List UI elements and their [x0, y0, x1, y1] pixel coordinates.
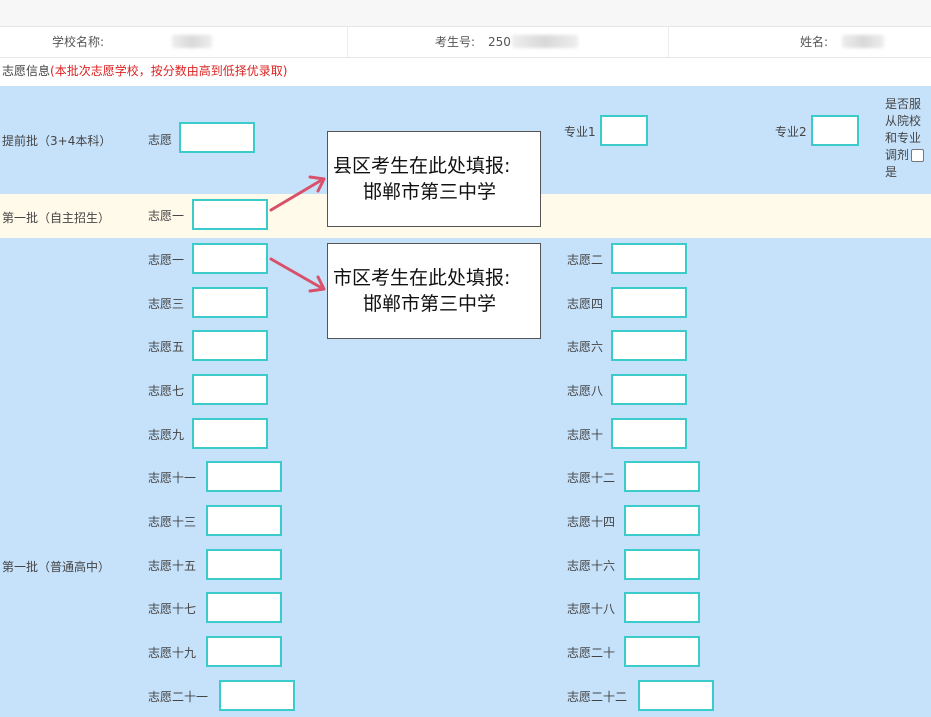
annotation-arrows — [0, 0, 931, 717]
city-callout: 市区考生在此处填报: 邯郸市第三中学 — [327, 243, 541, 339]
city-callout-line2: 邯郸市第三中学 — [328, 291, 540, 317]
city-callout-line1: 市区考生在此处填报: — [328, 265, 540, 291]
arrow-county — [271, 181, 320, 210]
county-callout-line2: 邯郸市第三中学 — [328, 179, 540, 205]
arrow-city — [271, 259, 320, 287]
county-callout-line1: 县区考生在此处填报: — [328, 153, 540, 179]
county-callout: 县区考生在此处填报: 邯郸市第三中学 — [327, 131, 541, 227]
